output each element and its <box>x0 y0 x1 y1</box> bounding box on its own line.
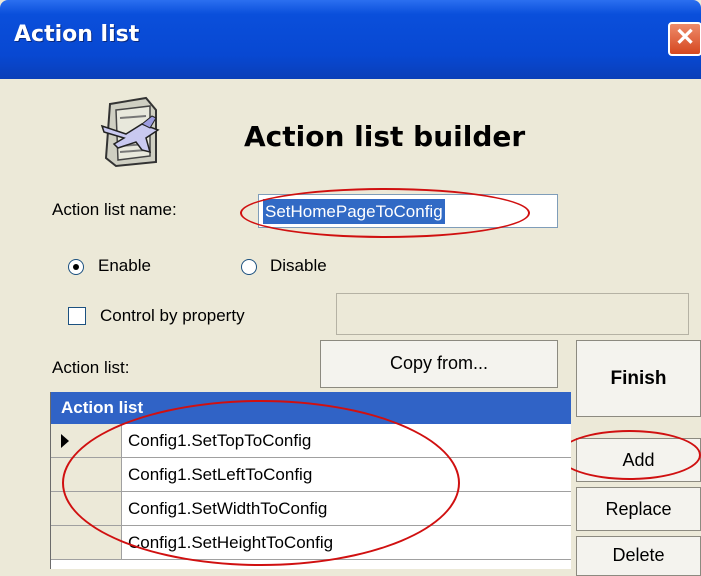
control-by-property-label: Control by property <box>100 306 245 325</box>
row-indicator <box>51 424 122 457</box>
table-row[interactable]: Config1.SetHeightToConfig <box>51 526 571 560</box>
row-cell: Config1.SetLeftToConfig <box>128 465 313 484</box>
finish-button[interactable]: Finish <box>576 340 701 417</box>
close-button[interactable]: ✕ <box>668 22 701 56</box>
action-list-name-value: SetHomePageToConfig <box>263 199 445 224</box>
row-indicator <box>51 492 122 525</box>
replace-button[interactable]: Replace <box>576 487 701 531</box>
table-row[interactable]: Config1.SetWidthToConfig <box>51 492 571 526</box>
table-row[interactable]: Config1.SetLeftToConfig <box>51 458 571 492</box>
property-field[interactable] <box>336 293 689 335</box>
action-list-name-label: Action list name: <box>52 200 177 219</box>
disable-radio-label: Disable <box>270 256 327 275</box>
dialog-heading: Action list builder <box>244 120 526 153</box>
action-list-label: Action list: <box>52 358 130 377</box>
row-cell: Config1.SetHeightToConfig <box>128 533 334 552</box>
add-button[interactable]: Add <box>576 438 701 482</box>
row-cell: Config1.SetWidthToConfig <box>128 499 328 518</box>
table-row[interactable]: Config1.SetTopToConfig <box>51 424 571 458</box>
delete-button[interactable]: Delete <box>576 536 701 576</box>
airplane-document-icon <box>100 96 160 168</box>
window-title: Action list <box>14 22 140 47</box>
enable-radio[interactable] <box>68 259 84 275</box>
enable-radio-label: Enable <box>98 256 151 275</box>
control-by-property-checkbox[interactable] <box>68 307 86 325</box>
close-icon: ✕ <box>674 24 696 51</box>
copy-from-button[interactable]: Copy from... <box>320 340 558 388</box>
title-bar[interactable]: Action list ✕ <box>0 0 701 79</box>
row-cell: Config1.SetTopToConfig <box>128 431 312 450</box>
action-list-grid[interactable]: Action list Config1.SetTopToConfig Confi… <box>50 392 571 569</box>
action-list-name-input[interactable]: SetHomePageToConfig <box>258 194 558 228</box>
current-row-arrow-icon <box>61 434 69 448</box>
row-indicator <box>51 526 122 559</box>
disable-radio[interactable] <box>241 259 257 275</box>
grid-column-header: Action list <box>51 392 571 424</box>
row-indicator <box>51 458 122 491</box>
